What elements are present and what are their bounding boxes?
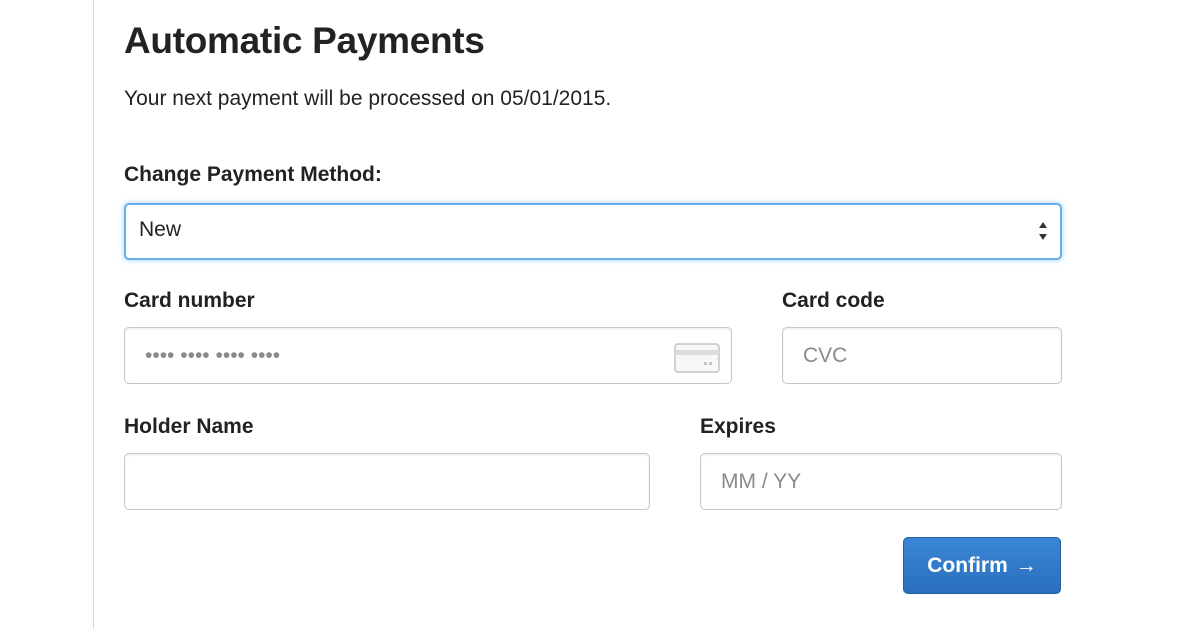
- holder-name-input[interactable]: [145, 454, 629, 509]
- holder-name-label: Holder Name: [124, 415, 254, 438]
- card-code-field[interactable]: [782, 327, 1062, 384]
- payment-method-select[interactable]: New: [124, 203, 1062, 260]
- payment-method-label: Change Payment Method:: [124, 163, 382, 186]
- card-code-input[interactable]: [803, 328, 1041, 383]
- arrow-right-icon: →: [1015, 553, 1037, 577]
- next-payment-text: Your next payment will be processed on 0…: [124, 87, 612, 110]
- payment-method-selected-value: New: [139, 218, 182, 241]
- expires-field[interactable]: [700, 453, 1062, 510]
- automatic-payments-panel: Automatic Payments Your next payment wil…: [124, 0, 1062, 629]
- confirm-button[interactable]: Confirm →: [903, 537, 1061, 594]
- expires-input[interactable]: [721, 454, 1041, 509]
- holder-name-field[interactable]: [124, 453, 650, 510]
- card-number-label: Card number: [124, 289, 255, 312]
- updown-arrows-icon: [1039, 222, 1047, 240]
- confirm-label: Confirm: [927, 553, 1008, 577]
- page-title: Automatic Payments: [124, 20, 485, 61]
- credit-card-icon: [674, 343, 720, 373]
- card-code-label: Card code: [782, 289, 885, 312]
- card-number-field[interactable]: [124, 327, 732, 384]
- card-number-input[interactable]: [145, 328, 711, 383]
- expires-label: Expires: [700, 415, 776, 438]
- left-divider: [93, 0, 94, 629]
